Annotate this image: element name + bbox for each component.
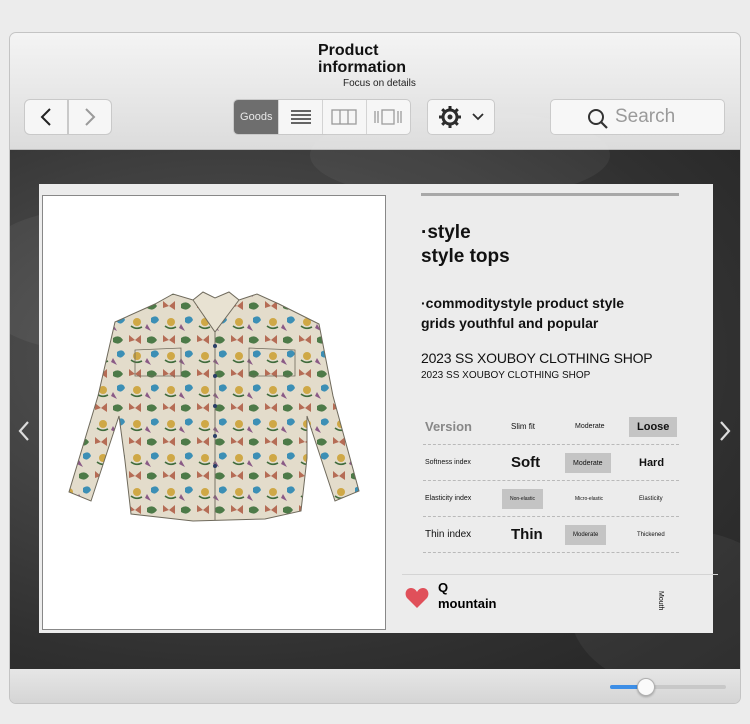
attribute-option: Soft xyxy=(511,454,541,471)
attribute-option: Micro-elastic xyxy=(575,495,604,502)
footer-name: mountain xyxy=(438,596,497,611)
window-subtitle: Focus on details xyxy=(343,78,416,89)
back-button[interactable] xyxy=(24,99,68,135)
view-list-button[interactable] xyxy=(279,100,323,134)
chevron-left-icon xyxy=(40,108,51,126)
product-footer: Q mountain Mouth xyxy=(402,574,718,622)
zoom-slider-thumb[interactable] xyxy=(637,678,655,696)
attribute-option: Elasticity xyxy=(639,495,663,502)
attribute-table: Version Slim fit Moderate Loose Softness… xyxy=(423,409,679,553)
attribute-option-selected: Moderate xyxy=(565,453,611,473)
previous-arrow[interactable] xyxy=(18,420,30,448)
view-goods-button[interactable]: Goods xyxy=(234,100,280,134)
attribute-option-selected: Moderate xyxy=(565,525,607,545)
product-card: ·style style tops ·commoditystyle produc… xyxy=(39,184,718,633)
window-title-text: Product information xyxy=(318,42,406,76)
product-description: ·commoditystyle product style grids yout… xyxy=(421,293,671,333)
content-area: ·style style tops ·commoditystyle produc… xyxy=(10,110,740,690)
attribute-option: Slim fit xyxy=(511,422,535,431)
footer-side-label: Mouth xyxy=(657,591,664,611)
attribute-option: Thin xyxy=(511,526,543,543)
zoom-slider[interactable] xyxy=(610,678,726,696)
attribute-row-softness: Softness index Soft Moderate Hard xyxy=(423,445,679,481)
attribute-option-selected: Loose xyxy=(629,417,678,437)
description-line2: grids youthful and popular xyxy=(421,315,599,331)
attribute-label: Thin index xyxy=(425,529,472,540)
chevron-right-icon xyxy=(720,421,731,441)
attribute-label: Softness index xyxy=(425,459,471,466)
attribute-option: Moderate xyxy=(575,423,605,430)
status-bar xyxy=(10,669,740,703)
attribute-label: Elasticity index xyxy=(425,495,472,502)
divider xyxy=(421,193,679,196)
search-icon xyxy=(588,109,608,129)
style-heading: ·style style tops xyxy=(421,221,510,269)
next-arrow[interactable] xyxy=(719,420,731,448)
style-heading-line2: style tops xyxy=(421,246,510,267)
attribute-option: Thickened xyxy=(637,531,665,538)
app-window: Product information Focus on details Goo… xyxy=(9,32,741,704)
search-input[interactable] xyxy=(615,106,740,128)
list-view-icon xyxy=(290,110,311,124)
chevron-right-icon xyxy=(85,108,96,126)
description-line1: ·commoditystyle product style xyxy=(421,295,625,311)
attribute-row-elasticity: Elasticity index Non-elastic Micro-elast… xyxy=(423,481,679,517)
forward-button[interactable] xyxy=(68,99,112,135)
shop-name: 2023 SS XOUBOY CLOTHING SHOP xyxy=(421,350,653,366)
attribute-label: Version xyxy=(425,419,472,434)
attribute-option-selected: Non-elastic xyxy=(502,489,544,509)
style-heading-line1: ·style xyxy=(421,222,471,243)
chevron-left-icon xyxy=(18,421,29,441)
attribute-row-version: Version Slim fit Moderate Loose xyxy=(423,409,679,445)
window-title: Product information xyxy=(318,42,408,76)
footer-q: Q xyxy=(438,580,449,595)
heart-icon[interactable] xyxy=(405,587,429,609)
attribute-row-thin: Thin index Thin Moderate Thickened xyxy=(423,517,679,553)
shirt-image xyxy=(68,291,360,522)
product-photo[interactable] xyxy=(42,195,386,630)
attribute-option: Hard xyxy=(639,456,665,469)
shop-name-small: 2023 SS XOUBOY CLOTHING SHOP xyxy=(421,370,591,381)
view-goods-label: Goods xyxy=(240,111,273,123)
